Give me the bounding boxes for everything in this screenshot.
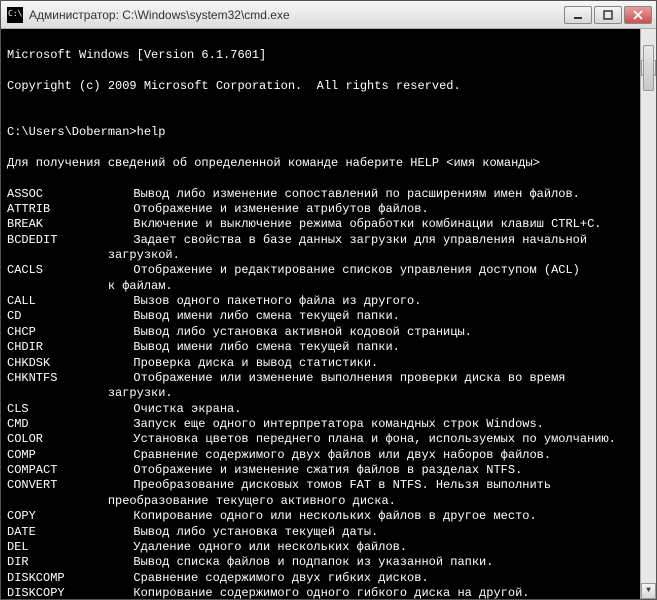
command-desc: Очистка экрана. bbox=[119, 402, 241, 416]
help-entry: DISKCOMP Сравнение содержимого двух гибк… bbox=[7, 571, 650, 586]
cmd-window: Администратор: C:\Windows\system32\cmd.e… bbox=[0, 0, 657, 600]
help-entry: BREAK Включение и выключение режима обра… bbox=[7, 217, 650, 232]
scroll-down-button[interactable]: ▼ bbox=[641, 583, 656, 599]
help-entry: CACLS Отображение и редактирование списк… bbox=[7, 263, 650, 278]
help-entry: DATE Вывод либо установка текущей даты. bbox=[7, 525, 650, 540]
command-name: CHDIR bbox=[7, 340, 119, 355]
command-name: COPY bbox=[7, 509, 119, 524]
command-name: DIR bbox=[7, 555, 119, 570]
command-desc: Вывод имени либо смена текущей папки. bbox=[119, 340, 400, 354]
command-name: CACLS bbox=[7, 263, 119, 278]
scroll-thumb[interactable] bbox=[643, 45, 654, 91]
help-entry: CHCP Вывод либо установка активной кодов… bbox=[7, 325, 650, 340]
command-desc: Удаление одного или нескольких файлов. bbox=[119, 540, 407, 554]
window-title: Администратор: C:\Windows\system32\cmd.e… bbox=[29, 8, 562, 22]
vertical-scrollbar[interactable]: ▲ ▼ bbox=[640, 29, 656, 599]
minimize-icon bbox=[573, 10, 583, 20]
maximize-button[interactable] bbox=[594, 6, 622, 24]
command-desc: Вывод либо установка текущей даты. bbox=[119, 525, 378, 539]
command-desc: Копирование одного или нескольких файлов… bbox=[119, 509, 537, 523]
command-name: ASSOC bbox=[7, 187, 119, 202]
cmd-icon bbox=[7, 7, 23, 23]
help-entry: COMP Сравнение содержимого двух файлов и… bbox=[7, 448, 650, 463]
help-intro: Для получения сведений об определенной к… bbox=[7, 156, 650, 171]
command-name: COMPACT bbox=[7, 463, 119, 478]
maximize-icon bbox=[603, 10, 613, 20]
help-entry: CMD Запуск еще одного интерпретатора ком… bbox=[7, 417, 650, 432]
command-desc: Вывод имени либо смена текущей папки. bbox=[119, 309, 400, 323]
help-entry: ASSOC Вывод либо изменение сопоставлений… bbox=[7, 187, 650, 202]
command-name: COMP bbox=[7, 448, 119, 463]
command-desc-cont: преобразование текущего активного диска. bbox=[7, 494, 650, 509]
command-name: DEL bbox=[7, 540, 119, 555]
command-desc: Вызов одного пакетного файла из другого. bbox=[119, 294, 421, 308]
command-desc: Запуск еще одного интерпретатора командн… bbox=[119, 417, 544, 431]
help-entry: ATTRIB Отображение и изменение атрибутов… bbox=[7, 202, 650, 217]
command-desc: Отображение и изменение сжатия файлов в … bbox=[119, 463, 522, 477]
command-name: BREAK bbox=[7, 217, 119, 232]
scroll-track[interactable] bbox=[641, 45, 656, 583]
command-desc: Установка цветов переднего плана и фона,… bbox=[119, 432, 616, 446]
prompt-path: C:\Users\Doberman> bbox=[7, 125, 137, 139]
command-name: DISKCOPY bbox=[7, 586, 119, 599]
command-name: CD bbox=[7, 309, 119, 324]
header-line: Microsoft Windows [Version 6.1.7601] bbox=[7, 48, 650, 63]
command-desc: Задает свойства в базе данных загрузки д… bbox=[119, 233, 587, 247]
help-entry: CALL Вызов одного пакетного файла из дру… bbox=[7, 294, 650, 309]
command-name: ATTRIB bbox=[7, 202, 119, 217]
help-entry: COMPACT Отображение и изменение сжатия ф… bbox=[7, 463, 650, 478]
command-name: CMD bbox=[7, 417, 119, 432]
command-desc: Вывод списка файлов и подпапок из указан… bbox=[119, 555, 493, 569]
command-desc: Отображение и редактирование списков упр… bbox=[119, 263, 580, 277]
command-name: CALL bbox=[7, 294, 119, 309]
command-name: DATE bbox=[7, 525, 119, 540]
close-icon bbox=[633, 10, 643, 20]
help-entry: DIR Вывод списка файлов и подпапок из ук… bbox=[7, 555, 650, 570]
command-name: CLS bbox=[7, 402, 119, 417]
help-entry: CHDIR Вывод имени либо смена текущей пап… bbox=[7, 340, 650, 355]
help-entry: COPY Копирование одного или нескольких ф… bbox=[7, 509, 650, 524]
command-desc: Включение и выключение режима обработки … bbox=[119, 217, 601, 231]
command-desc: Сравнение содержимого двух гибких дисков… bbox=[119, 571, 429, 585]
command-desc: Преобразование дисковых томов FAT в NTFS… bbox=[119, 478, 551, 492]
prompt-cmd: help bbox=[137, 125, 166, 139]
command-desc: Вывод либо изменение сопоставлений по ра… bbox=[119, 187, 580, 201]
command-desc-cont: к файлам. bbox=[7, 279, 650, 294]
command-desc: Проверка диска и вывод статистики. bbox=[119, 356, 378, 370]
help-entry: DISKCOPY Копирование содержимого одного … bbox=[7, 586, 650, 599]
help-entry: CLS Очистка экрана. bbox=[7, 402, 650, 417]
command-desc-cont: загрузки. bbox=[7, 386, 650, 401]
command-name: BCDEDIT bbox=[7, 233, 119, 248]
help-entry: DEL Удаление одного или нескольких файло… bbox=[7, 540, 650, 555]
command-name: DISKCOMP bbox=[7, 571, 119, 586]
help-entry: CHKDSK Проверка диска и вывод статистики… bbox=[7, 356, 650, 371]
command-desc: Отображение и изменение атрибутов файлов… bbox=[119, 202, 429, 216]
command-name: CONVERT bbox=[7, 478, 119, 493]
prompt-line: C:\Users\Doberman>help bbox=[7, 125, 650, 140]
command-desc: Сравнение содержимого двух файлов или дв… bbox=[119, 448, 551, 462]
titlebar[interactable]: Администратор: C:\Windows\system32\cmd.e… bbox=[1, 1, 656, 29]
minimize-button[interactable] bbox=[564, 6, 592, 24]
help-entry: CONVERT Преобразование дисковых томов FA… bbox=[7, 478, 650, 493]
header-line: Copyright (c) 2009 Microsoft Corporation… bbox=[7, 79, 650, 94]
help-entry: CD Вывод имени либо смена текущей папки. bbox=[7, 309, 650, 324]
close-button[interactable] bbox=[624, 6, 652, 24]
command-name: CHKDSK bbox=[7, 356, 119, 371]
console-area[interactable]: Microsoft Windows [Version 6.1.7601] Cop… bbox=[1, 29, 656, 599]
command-name: COLOR bbox=[7, 432, 119, 447]
help-entry: COLOR Установка цветов переднего плана и… bbox=[7, 432, 650, 447]
help-list: ASSOC Вывод либо изменение сопоставлений… bbox=[7, 187, 650, 599]
command-desc: Отображение или изменение выполнения про… bbox=[119, 371, 565, 385]
help-entry: CHKNTFS Отображение или изменение выполн… bbox=[7, 371, 650, 386]
command-desc: Вывод либо установка активной кодовой ст… bbox=[119, 325, 472, 339]
command-name: CHCP bbox=[7, 325, 119, 340]
command-desc: Копирование содержимого одного гибкого д… bbox=[119, 586, 529, 599]
command-desc-cont: загрузкой. bbox=[7, 248, 650, 263]
command-name: CHKNTFS bbox=[7, 371, 119, 386]
help-entry: BCDEDIT Задает свойства в базе данных за… bbox=[7, 233, 650, 248]
window-buttons bbox=[562, 6, 652, 24]
